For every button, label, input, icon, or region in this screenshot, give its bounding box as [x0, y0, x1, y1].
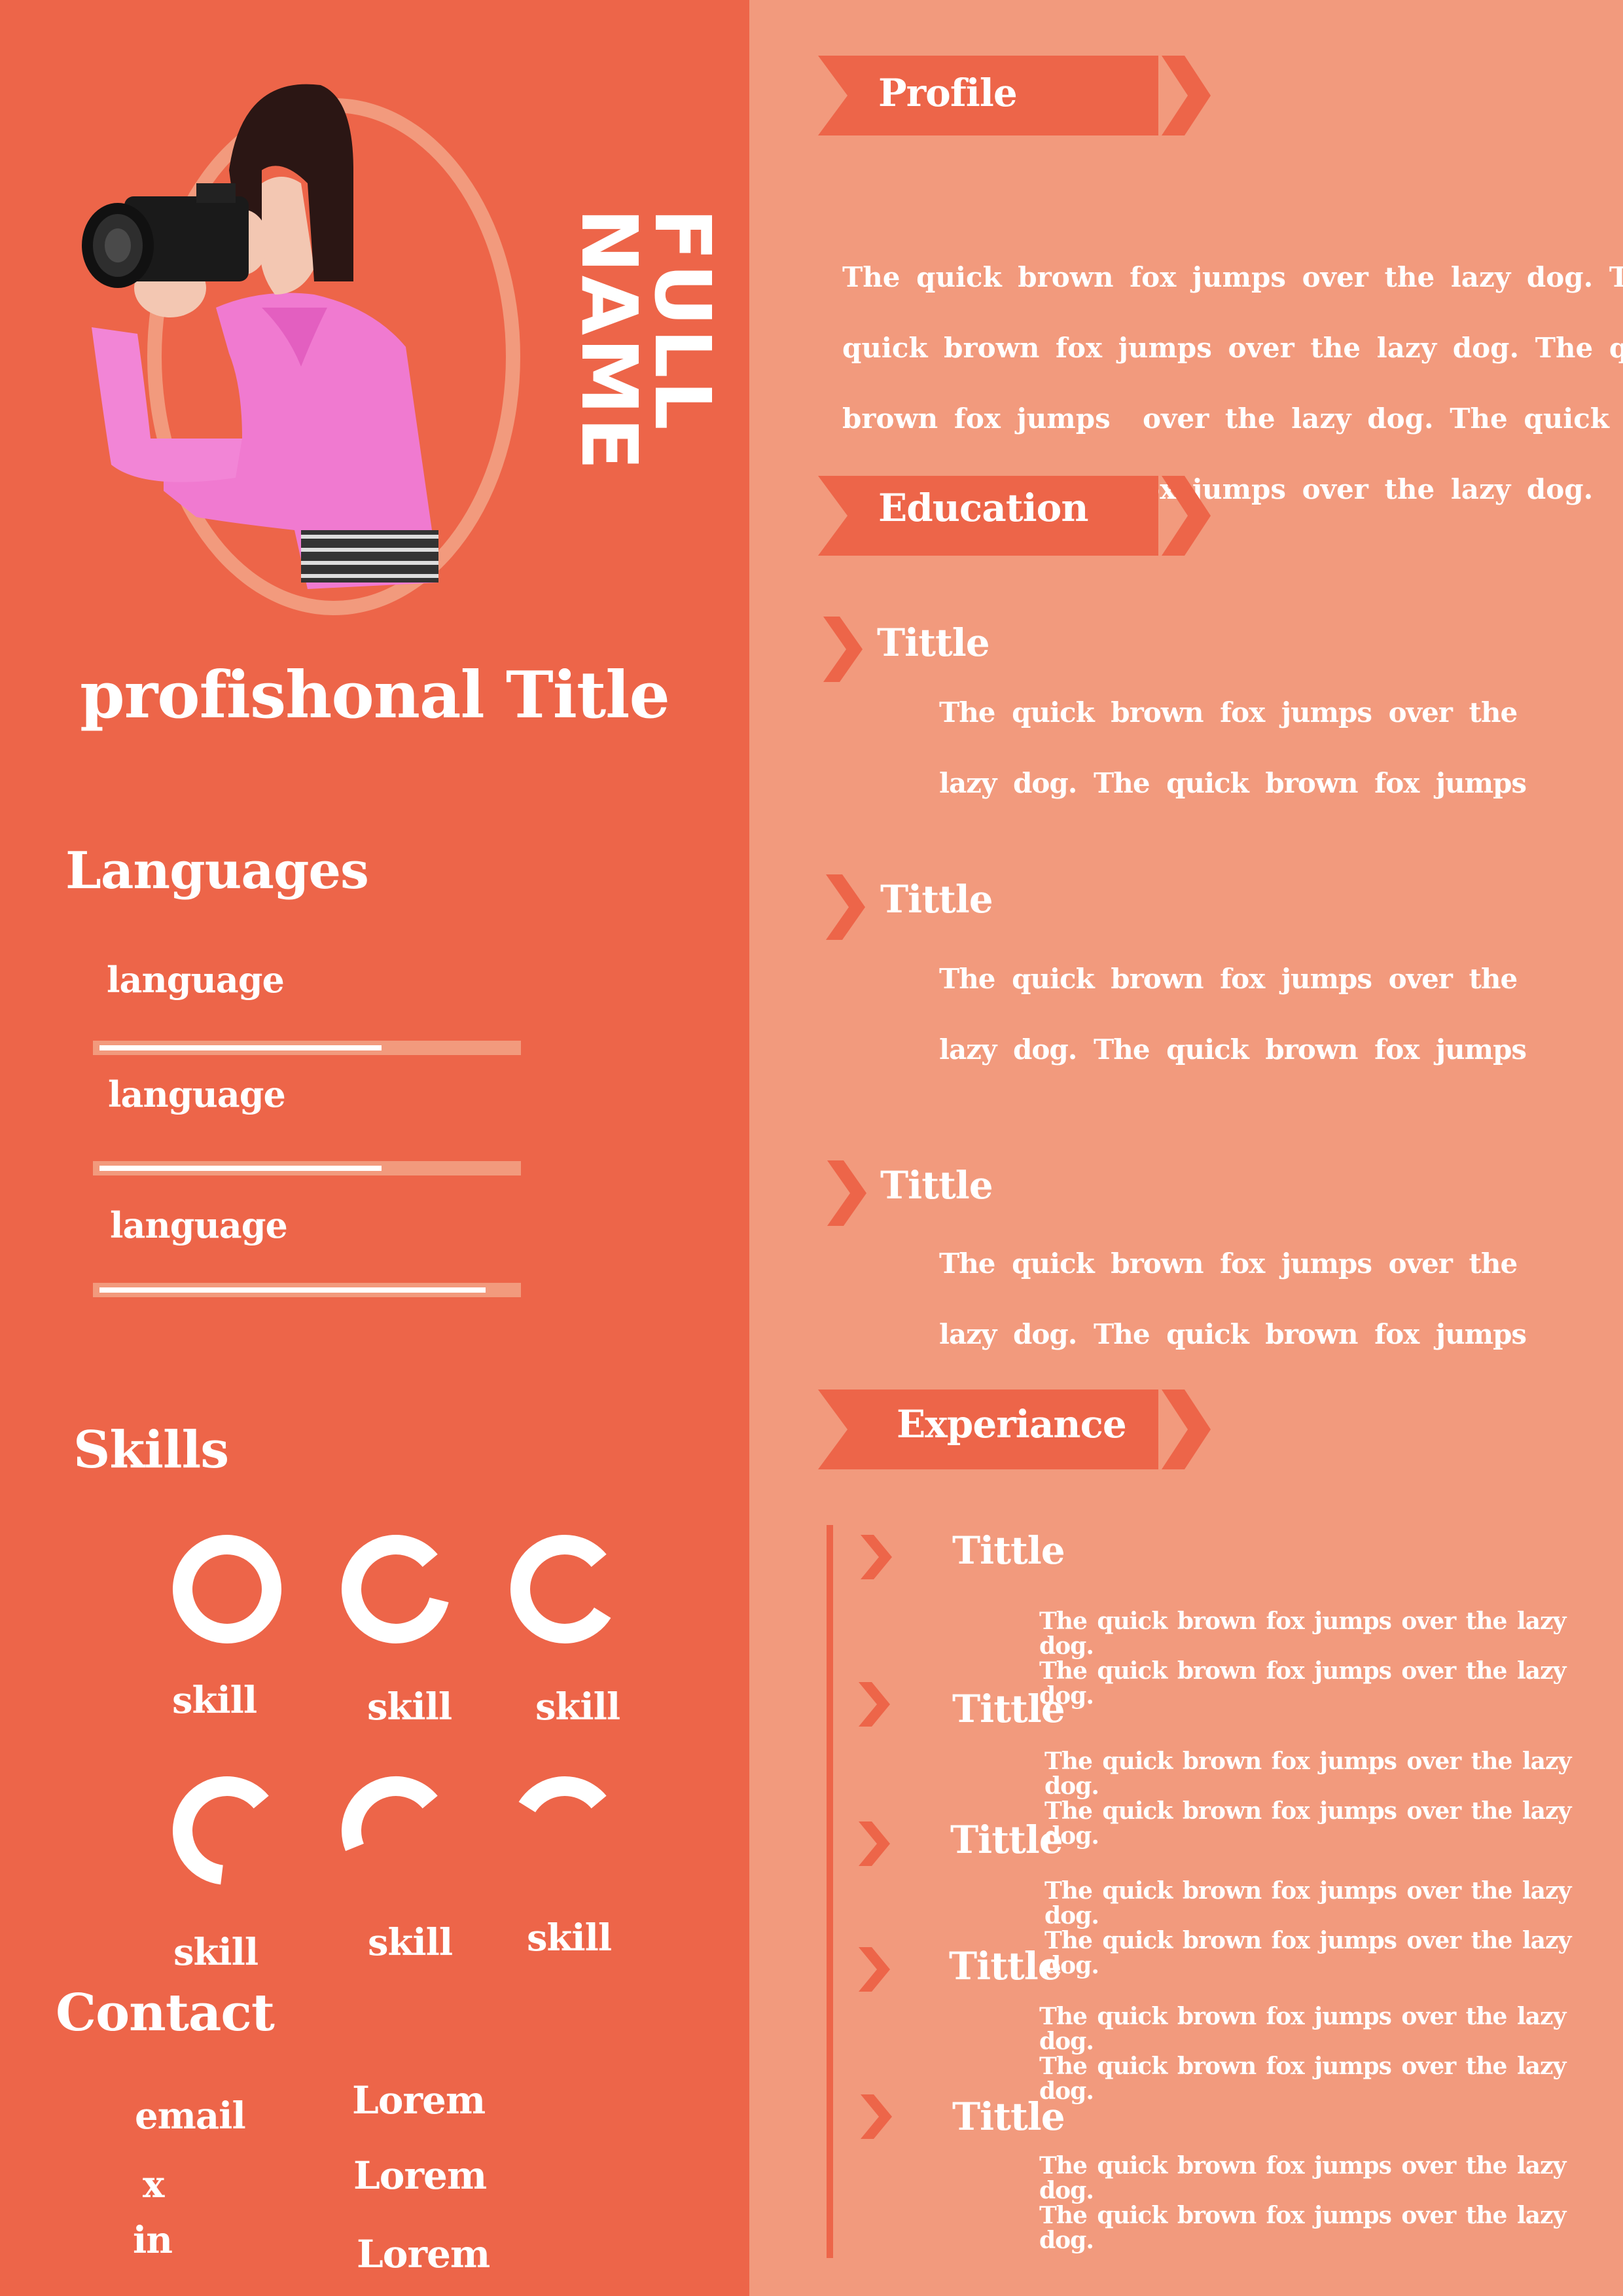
- experience-title-2: Tittle: [952, 1687, 1065, 1731]
- education-line: lazy dog. The quick brown fox jumps: [939, 767, 1527, 799]
- experience-title-1: Tittle: [952, 1528, 1065, 1573]
- professional-title: profishonal Title: [80, 658, 670, 733]
- full-name-first: FULL: [637, 208, 728, 433]
- contact-x-value[interactable]: Lorem: [353, 2153, 487, 2198]
- experience-text-3: The quick brown fox jumps over the lazy …: [1044, 1878, 1623, 1978]
- experience-timeline-line: [827, 1525, 833, 2258]
- chevron-right-icon: [859, 1682, 890, 1727]
- experience-title-3: Tittle: [950, 1818, 1063, 1862]
- education-line: The quick brown fox jumps over the: [939, 696, 1518, 728]
- chevron-right-icon: [861, 1535, 892, 1579]
- skill-label-6: skill: [527, 1916, 612, 1960]
- languages-heading: Languages: [65, 841, 369, 901]
- skill-level-arc: [173, 1535, 281, 1643]
- experience-line: The quick brown fox jumps over the lazy …: [1039, 1607, 1566, 1660]
- profile-heading: Profile: [878, 71, 1018, 115]
- experience-line: The quick brown fox jumps over the lazy …: [1039, 2202, 1566, 2254]
- skill-ring: [173, 1776, 281, 1885]
- profile-line: The quick brown fox jumps over the lazy …: [842, 261, 1623, 293]
- chevron-right-icon: [859, 1821, 890, 1866]
- education-heading: Education: [878, 486, 1089, 530]
- chevron-right-icon: [861, 2094, 892, 2139]
- education-title-3: Tittle: [880, 1163, 993, 1208]
- language-bar-fill: [99, 1045, 382, 1050]
- profile-line: quick brown fox jumps over the lazy dog.…: [842, 332, 1623, 364]
- education-title-2: Tittle: [880, 877, 993, 922]
- skill-ring: [510, 1535, 619, 1643]
- skill-label-2: skill: [367, 1685, 452, 1729]
- skill-level-arc: [510, 1776, 619, 1885]
- profile-text: The quick brown fox jumps over the lazy …: [842, 171, 1623, 525]
- education-title-1: Tittle: [877, 620, 990, 665]
- experience-heading: Experiance: [897, 1402, 1127, 1446]
- experience-line: The quick brown fox jumps over the lazy …: [1039, 2003, 1566, 2055]
- skill-ring: [173, 1535, 281, 1643]
- skill-level-arc: [342, 1535, 450, 1643]
- contact-heading: Contact: [56, 1983, 275, 2043]
- skill-ring: [510, 1776, 619, 1885]
- experience-text-5: The quick brown fox jumps over the lazy …: [1039, 2153, 1623, 2253]
- contact-x-label: x: [143, 2163, 164, 2206]
- education-line: The quick brown fox jumps over the: [939, 963, 1518, 995]
- experience-title-5: Tittle: [952, 2094, 1065, 2139]
- skill-label-5: skill: [368, 1921, 453, 1964]
- education-line: The quick brown fox jumps over the: [939, 1247, 1518, 1280]
- contact-in-label: in: [133, 2219, 173, 2262]
- language-label-1: language: [107, 959, 285, 1001]
- chevron-right-icon: [826, 874, 865, 940]
- experience-line: The quick brown fox jumps over the lazy …: [1044, 1797, 1571, 1850]
- profile-line: brown fox jumps over the lazy dog. The q…: [842, 403, 1623, 435]
- skills-heading: Skills: [73, 1420, 229, 1480]
- education-text-3: The quick brown fox jumps over the lazy …: [939, 1229, 1527, 1370]
- experience-line: The quick brown fox jumps over the lazy …: [1039, 2152, 1566, 2204]
- chevron-right-icon: [827, 1160, 866, 1226]
- experience-line: The quick brown fox jumps over the lazy …: [1039, 2053, 1566, 2105]
- skill-label-4: skill: [173, 1931, 259, 1974]
- experience-text-1: The quick brown fox jumps over the lazy …: [1039, 1609, 1623, 1708]
- education-line: lazy dog. The quick brown fox jumps: [939, 1318, 1527, 1350]
- language-bar-fill: [99, 1166, 382, 1171]
- language-label-2: language: [108, 1073, 286, 1115]
- skill-level-arc: [510, 1535, 619, 1643]
- language-bar-1: [93, 1041, 521, 1055]
- education-text-2: The quick brown fox jumps over the lazy …: [939, 944, 1527, 1085]
- experience-line: The quick brown fox jumps over the lazy …: [1039, 1657, 1566, 1710]
- experience-line: The quick brown fox jumps over the lazy …: [1044, 1748, 1571, 1800]
- experience-text-2: The quick brown fox jumps over the lazy …: [1044, 1749, 1623, 1848]
- experience-text-4: The quick brown fox jumps over the lazy …: [1039, 2004, 1623, 2104]
- experience-line: The quick brown fox jumps over the lazy …: [1044, 1877, 1571, 1929]
- chevron-right-icon: [823, 617, 863, 682]
- education-line: lazy dog. The quick brown fox jumps: [939, 1033, 1527, 1066]
- skill-ring: [342, 1535, 450, 1643]
- contact-email-label: email: [135, 2094, 246, 2138]
- full-name: FULL NAME: [564, 208, 728, 473]
- language-bar-2: [93, 1161, 521, 1175]
- full-name-last: NAME: [564, 208, 654, 473]
- language-label-3: language: [110, 1204, 288, 1246]
- skill-level-arc: [173, 1776, 281, 1885]
- skill-level-arc: [342, 1776, 450, 1885]
- skill-ring: [342, 1776, 450, 1885]
- skill-label-3: skill: [535, 1685, 620, 1729]
- education-text-1: The quick brown fox jumps over the lazy …: [939, 677, 1527, 819]
- language-bar-fill: [99, 1287, 486, 1293]
- chevron-right-icon: [859, 1947, 890, 1992]
- profile-photo: [82, 84, 438, 589]
- experience-line: The quick brown fox jumps over the lazy …: [1044, 1927, 1571, 1979]
- contact-in-value[interactable]: Lorem: [357, 2232, 490, 2276]
- skill-label-1: skill: [172, 1679, 257, 1722]
- contact-email-value[interactable]: Lorem: [352, 2078, 486, 2123]
- language-bar-3: [93, 1283, 521, 1297]
- experience-title-4: Tittle: [949, 1944, 1062, 1988]
